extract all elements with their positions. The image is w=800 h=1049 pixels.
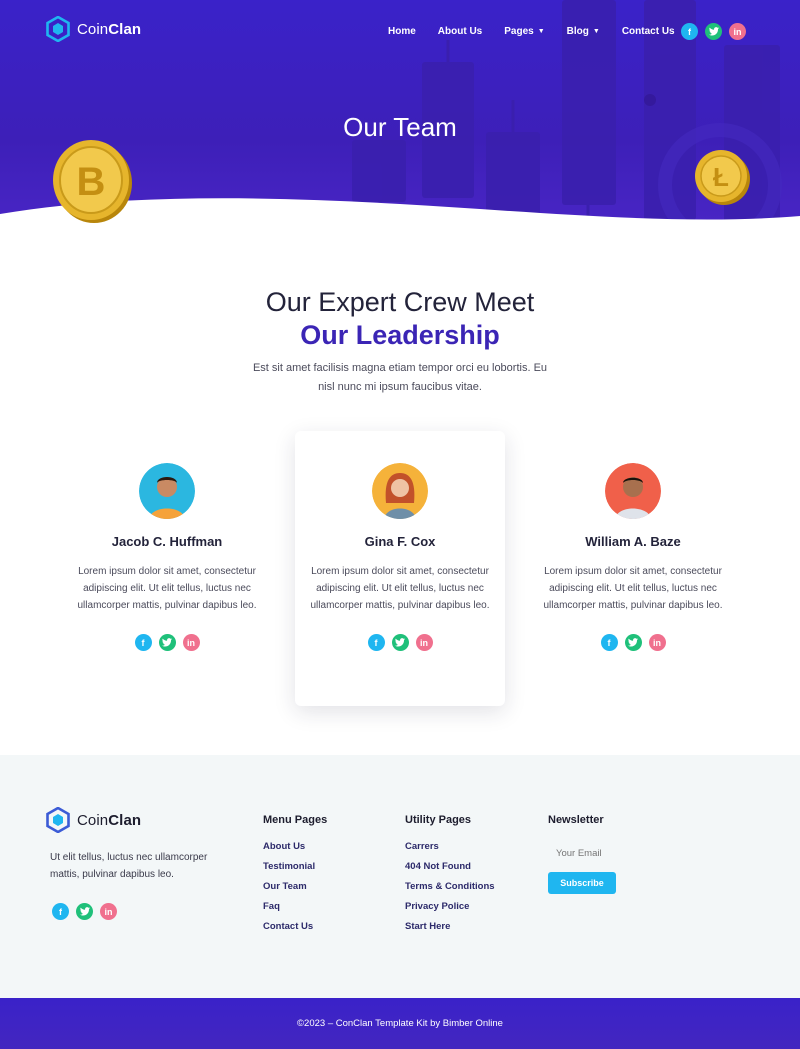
footer-link-privacy[interactable]: Privacy Police <box>405 901 495 912</box>
member-bio: Lorem ipsum dolor sit amet, consectetur … <box>77 566 257 611</box>
chevron-down-icon: ▼ <box>592 28 600 35</box>
member-social-links: f in <box>528 634 738 651</box>
footer: CoinClan Ut elit tellus, luctus nec ulla… <box>0 755 800 998</box>
footer-about-text: Ut elit tellus, luctus nec ullamcorper m… <box>50 852 208 880</box>
twitter-icon[interactable] <box>391 634 409 651</box>
svg-text:Ł: Ł <box>713 162 729 192</box>
twitter-icon[interactable] <box>624 634 642 651</box>
footer-link-contact-us[interactable]: Contact Us <box>263 921 327 932</box>
member-social-links: f in <box>62 634 272 651</box>
team-member-card: Jacob C. Huffman Lorem ipsum dolor sit a… <box>62 463 272 651</box>
subscribe-button[interactable]: Subscribe <box>548 872 616 894</box>
bitcoin-coin-icon: B <box>53 140 132 223</box>
main-menu: Home About Us Pages ▼ Blog ▼ Contact Us <box>388 26 697 37</box>
linkedin-icon[interactable]: in <box>729 23 746 40</box>
avatar <box>372 463 428 519</box>
hexagon-logo-icon <box>46 807 70 833</box>
nav-item-blog[interactable]: Blog ▼ <box>567 26 600 37</box>
footer-link-start-here[interactable]: Start Here <box>405 921 495 932</box>
top-navigation: CoinClan Home About Us Pages ▼ Blog ▼ Cont… <box>0 0 800 62</box>
newsletter-email-input[interactable] <box>548 844 668 862</box>
facebook-icon[interactable]: f <box>52 903 69 920</box>
footer-social-links: f in <box>52 903 117 920</box>
footer-column-title: Utility Pages <box>405 814 472 826</box>
member-name: Gina F. Cox <box>364 534 436 549</box>
team-member-card: William A. Baze Lorem ipsum dolor sit am… <box>528 463 738 651</box>
footer-column-title: Newsletter <box>548 814 604 826</box>
header-social-links: f in <box>681 23 746 40</box>
nav-item-pages[interactable]: Pages ▼ <box>504 26 544 37</box>
nav-item-about-us[interactable]: About Us <box>438 26 482 37</box>
member-name: William A. Baze <box>585 534 681 549</box>
linkedin-icon[interactable]: in <box>182 634 200 651</box>
footer-column-title: Menu Pages <box>263 814 328 826</box>
brand-name: CoinClan <box>77 20 142 38</box>
brand-logo[interactable]: CoinClan <box>46 16 141 42</box>
facebook-icon[interactable]: f <box>681 23 698 40</box>
footer-link-about-us[interactable]: About Us <box>263 841 327 852</box>
twitter-icon[interactable] <box>705 23 722 40</box>
copyright-text: ©2023 – ConClan Template Kit by Bimber O… <box>297 1018 503 1029</box>
twitter-icon[interactable] <box>158 634 176 651</box>
section-heading: Our Expert Crew Meet <box>265 287 535 317</box>
footer-utility-pages: Utility Pages Carrers 404 Not Found Term… <box>405 814 495 941</box>
avatar <box>139 463 195 519</box>
section-heading-highlight: Our Leadership <box>300 320 500 350</box>
member-social-links: f in <box>295 634 505 651</box>
team-member-card: Gina F. Cox Lorem ipsum dolor sit amet, … <box>295 463 505 651</box>
member-bio: Lorem ipsum dolor sit amet, consectetur … <box>543 566 723 611</box>
linkedin-icon[interactable]: in <box>648 634 666 651</box>
facebook-icon[interactable]: f <box>134 634 152 651</box>
twitter-icon[interactable] <box>76 903 93 920</box>
copyright-bar: ©2023 – ConClan Template Kit by Bimber O… <box>0 998 800 1049</box>
footer-link-faq[interactable]: Faq <box>263 901 327 912</box>
linkedin-icon[interactable]: in <box>415 634 433 651</box>
litecoin-coin-icon: Ł <box>695 150 750 205</box>
chevron-down-icon: ▼ <box>537 28 545 35</box>
member-name: Jacob C. Huffman <box>111 534 223 549</box>
section-description: Est sit amet facilisis magna etiam tempo… <box>252 362 548 393</box>
footer-link-404[interactable]: 404 Not Found <box>405 861 495 872</box>
avatar <box>605 463 661 519</box>
hexagon-logo-icon <box>46 16 70 42</box>
nav-item-contact-us[interactable]: Contact Us <box>622 26 675 37</box>
footer-newsletter: Newsletter <box>548 814 604 841</box>
footer-link-our-team[interactable]: Our Team <box>263 881 327 892</box>
footer-link-testimonial[interactable]: Testimonial <box>263 861 327 872</box>
linkedin-icon[interactable]: in <box>100 903 117 920</box>
footer-link-carrers[interactable]: Carrers <box>405 841 495 852</box>
member-bio: Lorem ipsum dolor sit amet, consectetur … <box>310 566 490 611</box>
facebook-icon[interactable]: f <box>600 634 618 651</box>
facebook-icon[interactable]: f <box>367 634 385 651</box>
footer-menu-pages: Menu Pages About Us Testimonial Our Team… <box>263 814 327 941</box>
svg-text:B: B <box>77 160 106 204</box>
brand-name: CoinClan <box>77 811 142 829</box>
nav-item-home[interactable]: Home <box>388 26 416 37</box>
footer-link-terms[interactable]: Terms & Conditions <box>405 881 495 892</box>
footer-brand-logo[interactable]: CoinClan <box>46 807 141 833</box>
